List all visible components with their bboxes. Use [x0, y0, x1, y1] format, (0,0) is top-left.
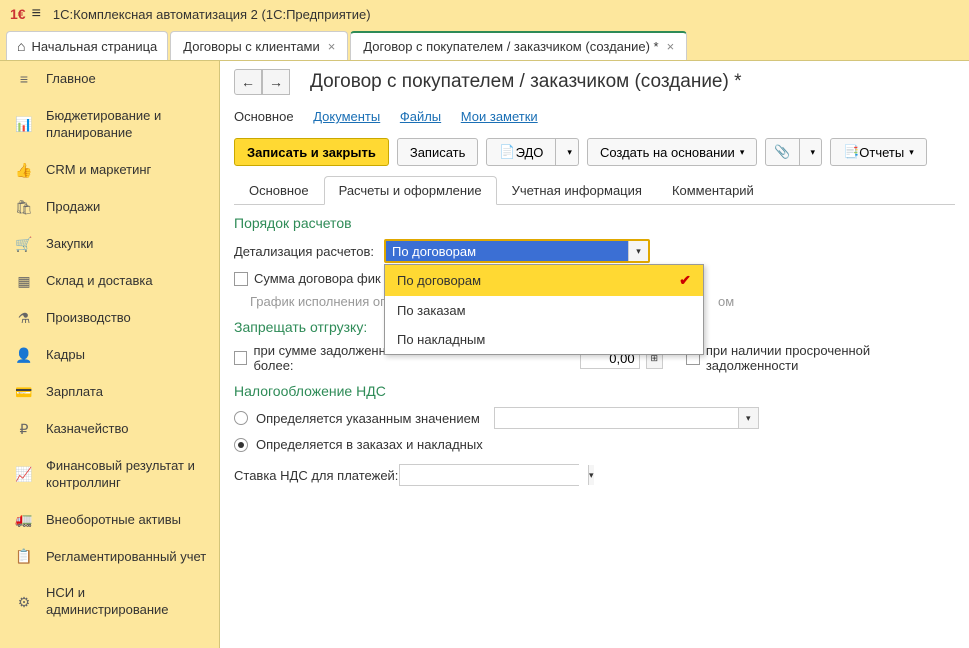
nav-forward-button[interactable]: →	[262, 69, 290, 95]
nds-radio-orders[interactable]	[234, 438, 248, 452]
sidebar-item-assets[interactable]: 🚛Внеоборотные активы	[0, 501, 219, 538]
content-area: ← → Договор с покупателем / заказчиком (…	[220, 61, 969, 648]
linktab-files[interactable]: Файлы	[400, 109, 441, 124]
tab-label: Договор с покупателем / заказчиком (созд…	[363, 39, 658, 54]
caret-down-icon: ▾	[811, 147, 816, 158]
page-title: Договор с покупателем / заказчиком (созд…	[310, 71, 742, 93]
linktab-notes[interactable]: Мои заметки	[461, 109, 538, 124]
toolbar: Записать и закрыть Записать 📄 ЭДО ▾ Созд…	[234, 138, 955, 166]
sidebar-item-main[interactable]: ≡Главное	[0, 61, 219, 98]
caret-down-icon[interactable]: ▾	[588, 465, 594, 485]
attach-dropdown-button[interactable]: ▾	[800, 138, 823, 166]
nds-opt2-label: Определяется в заказах и накладных	[256, 437, 483, 452]
caret-down-icon[interactable]: ▾	[738, 408, 758, 428]
rate-label: Ставка НДС для платежей:	[234, 468, 399, 483]
tab-label: Начальная страница	[31, 39, 157, 54]
tab-label: Договоры с клиентами	[183, 39, 319, 54]
thumb-icon: 👍	[14, 162, 34, 179]
formtab-calc[interactable]: Расчеты и оформление	[324, 176, 497, 205]
tab-home[interactable]: ⌂ Начальная страница	[6, 31, 168, 60]
sidebar-item-sales[interactable]: 🛍Продажи	[0, 189, 219, 226]
formtab-main[interactable]: Основное	[234, 176, 324, 205]
menu-icon[interactable]: ≡	[32, 5, 41, 23]
logo-1c: 1€	[10, 6, 26, 22]
reports-button[interactable]: 📑 Отчеты▾	[830, 138, 927, 166]
sidebar-item-admin[interactable]: ⚙НСИ и администрирование	[0, 575, 219, 629]
section-calc-order: Порядок расчетов	[234, 215, 955, 231]
sidebar-item-purchase[interactable]: 🛒Закупки	[0, 226, 219, 263]
nds-radio-specified[interactable]	[234, 411, 248, 425]
sidebar-item-production[interactable]: ⚗Производство	[0, 300, 219, 337]
detail-option-orders[interactable]: По заказам	[385, 296, 703, 325]
app-title: 1С:Комплексная автоматизация 2 (1С:Предп…	[53, 7, 371, 22]
detail-option-invoices[interactable]: По накладным	[385, 325, 703, 354]
sidebar-item-crm[interactable]: 👍CRM и маркетинг	[0, 152, 219, 189]
nds-value-select[interactable]: ▾	[494, 407, 759, 429]
nds-opt1-label: Определяется указанным значением	[256, 411, 480, 426]
rate-input[interactable]	[400, 465, 588, 485]
truck-icon: 🚛	[14, 511, 34, 528]
dropdown-toggle-button[interactable]: ▾	[628, 241, 648, 261]
detail-label: Детализация расчетов:	[234, 244, 384, 259]
linktab-docs[interactable]: Документы	[313, 109, 380, 124]
detail-option-contracts[interactable]: По договорам ✔	[385, 265, 703, 296]
debt-checkbox[interactable]	[234, 351, 247, 365]
sidebar-item-warehouse[interactable]: ▦Склад и доставка	[0, 263, 219, 300]
sidebar-item-budget[interactable]: 📊Бюджетирование и планирование	[0, 98, 219, 152]
create-based-button[interactable]: Создать на основании▾	[587, 138, 757, 166]
close-icon[interactable]: ×	[667, 39, 675, 54]
nds-value-input[interactable]	[495, 408, 738, 428]
sidebar-item-regulated[interactable]: 📋Регламентированный учет	[0, 538, 219, 575]
link-tabs: Основное Документы Файлы Мои заметки	[234, 109, 955, 124]
save-button[interactable]: Записать	[397, 138, 479, 166]
sidebar-item-hr[interactable]: 👤Кадры	[0, 337, 219, 374]
formtab-comment[interactable]: Комментарий	[657, 176, 769, 205]
grid-icon: ▦	[14, 273, 34, 290]
caret-down-icon: ▾	[740, 147, 745, 158]
home-icon: ⌂	[17, 38, 25, 54]
card-icon: 💳	[14, 384, 34, 401]
close-icon[interactable]: ×	[328, 39, 336, 54]
ruble-icon: ₽	[14, 421, 34, 438]
section-nds: Налогообложение НДС	[234, 383, 955, 399]
person-icon: 👤	[14, 347, 34, 364]
menu-icon: ≡	[14, 71, 34, 87]
title-bar: 1€ ≡ 1С:Комплексная автоматизация 2 (1С:…	[0, 0, 969, 28]
nav-back-button[interactable]: ←	[234, 69, 262, 95]
edo-dropdown-button[interactable]: ▾	[556, 138, 579, 166]
bag-icon: 🛍	[14, 199, 34, 216]
tabs-bar: ⌂ Начальная страница Договоры с клиентам…	[0, 28, 969, 61]
clipboard-icon: 📋	[14, 548, 34, 565]
detail-dropdown-list: По договорам ✔ По заказам По накладным	[384, 264, 704, 355]
formtab-account[interactable]: Учетная информация	[497, 176, 657, 205]
caret-down-icon: ▾	[567, 147, 572, 158]
fixed-sum-label: Сумма договора фик	[254, 271, 381, 286]
sidebar-item-treasury[interactable]: ₽Казначейство	[0, 411, 219, 448]
tab-contracts[interactable]: Договоры с клиентами ×	[170, 31, 348, 60]
flask-icon: ⚗	[14, 310, 34, 327]
save-close-button[interactable]: Записать и закрыть	[234, 138, 389, 166]
sidebar: ≡Главное 📊Бюджетирование и планирование …	[0, 61, 220, 648]
attach-button[interactable]: 📎	[765, 138, 799, 166]
linktab-main[interactable]: Основное	[234, 109, 294, 124]
check-icon: ✔	[679, 272, 691, 289]
rate-select[interactable]: ▾	[399, 464, 579, 486]
trend-icon: 📈	[14, 466, 34, 483]
caret-down-icon: ▾	[909, 147, 914, 158]
edo-button[interactable]: 📄 ЭДО	[486, 138, 556, 166]
overdue-label: при наличии просроченной задолженности	[706, 343, 955, 373]
sidebar-item-salary[interactable]: 💳Зарплата	[0, 374, 219, 411]
chart-icon: 📊	[14, 116, 34, 133]
detail-dropdown[interactable]: ▾ По договорам ✔ По заказам По накладным	[384, 239, 650, 263]
detail-input[interactable]	[386, 241, 628, 261]
tab-contract-create[interactable]: Договор с покупателем / заказчиком (созд…	[350, 31, 687, 60]
form-tabs: Основное Расчеты и оформление Учетная ин…	[234, 176, 955, 205]
sidebar-item-finance[interactable]: 📈Финансовый результат и контроллинг	[0, 448, 219, 502]
gear-icon: ⚙	[14, 594, 34, 611]
cart-icon: 🛒	[14, 236, 34, 253]
fixed-sum-checkbox[interactable]	[234, 272, 248, 286]
